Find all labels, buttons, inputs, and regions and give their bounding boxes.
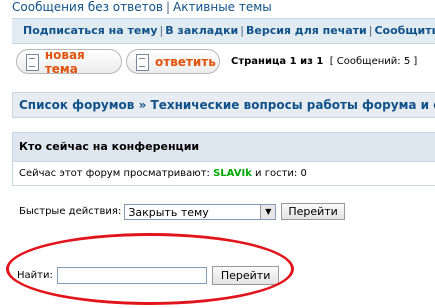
quick-actions: Быстрые действия: Закрыть тему ▼ Перейти [19,203,345,220]
separator: | [368,24,373,37]
document-icon [25,53,39,71]
top-links: Сообщения без ответов | Активные темы [12,0,272,14]
breadcrumb[interactable]: Список форумов » Технические вопросы раб… [12,92,435,118]
active-topics-link[interactable]: Активные темы [173,0,272,14]
viewers-prefix: Сейчас этот форум просматривают: [19,168,210,179]
reply-button[interactable]: ответить [126,49,220,74]
topic-actions-bar: Подписаться на тему | В закладки | Версия дл… [12,18,435,44]
quick-actions-selected: Закрыть тему [128,205,209,219]
bookmark-link[interactable]: В закладки [165,24,238,37]
email-friend-link[interactable]: Сообщить другу [374,24,435,37]
print-view-link[interactable]: Версия для печати [246,24,367,37]
online-user-link[interactable]: SLAVIk [213,168,252,179]
page-prefix: Страница [231,56,287,67]
document-icon [135,53,149,71]
who-is-online-panel: Кто сейчас на конференции Сейчас этот фо… [12,132,435,186]
total-pages: 1 [316,56,324,67]
quick-actions-go-button[interactable]: Перейти [281,203,345,220]
highlight-ellipse [6,233,294,305]
page-of: из [300,56,313,67]
new-topic-button[interactable]: новая тема [16,47,122,76]
quick-actions-label: Быстрые действия: [19,206,122,217]
reply-label: ответить [155,54,216,69]
current-page: 1 [289,56,297,67]
separator: | [159,24,164,37]
separator: | [166,0,171,14]
who-is-online-title: Кто сейчас на конференции [13,133,435,162]
viewers-suffix: и гости: 0 [255,168,307,179]
who-is-online-body: Сейчас этот форум просматривают: SLAVIk … [13,162,435,186]
unanswered-posts-link[interactable]: Сообщения без ответов [12,0,163,14]
pagination-info: Страница 1 из 1 [ Сообщений: 5 ] [231,56,417,67]
quick-actions-select[interactable]: Закрыть тему ▼ [124,203,277,220]
subscribe-topic-link[interactable]: Подписаться на тему [12,24,158,37]
chevron-down-icon[interactable]: ▼ [260,204,276,219]
breadcrumb-text[interactable]: Список форумов » Технические вопросы раб… [19,98,435,112]
separator: | [240,24,244,37]
post-count: [ Сообщений: 5 ] [329,56,418,67]
new-topic-label: новая тема [44,47,85,76]
